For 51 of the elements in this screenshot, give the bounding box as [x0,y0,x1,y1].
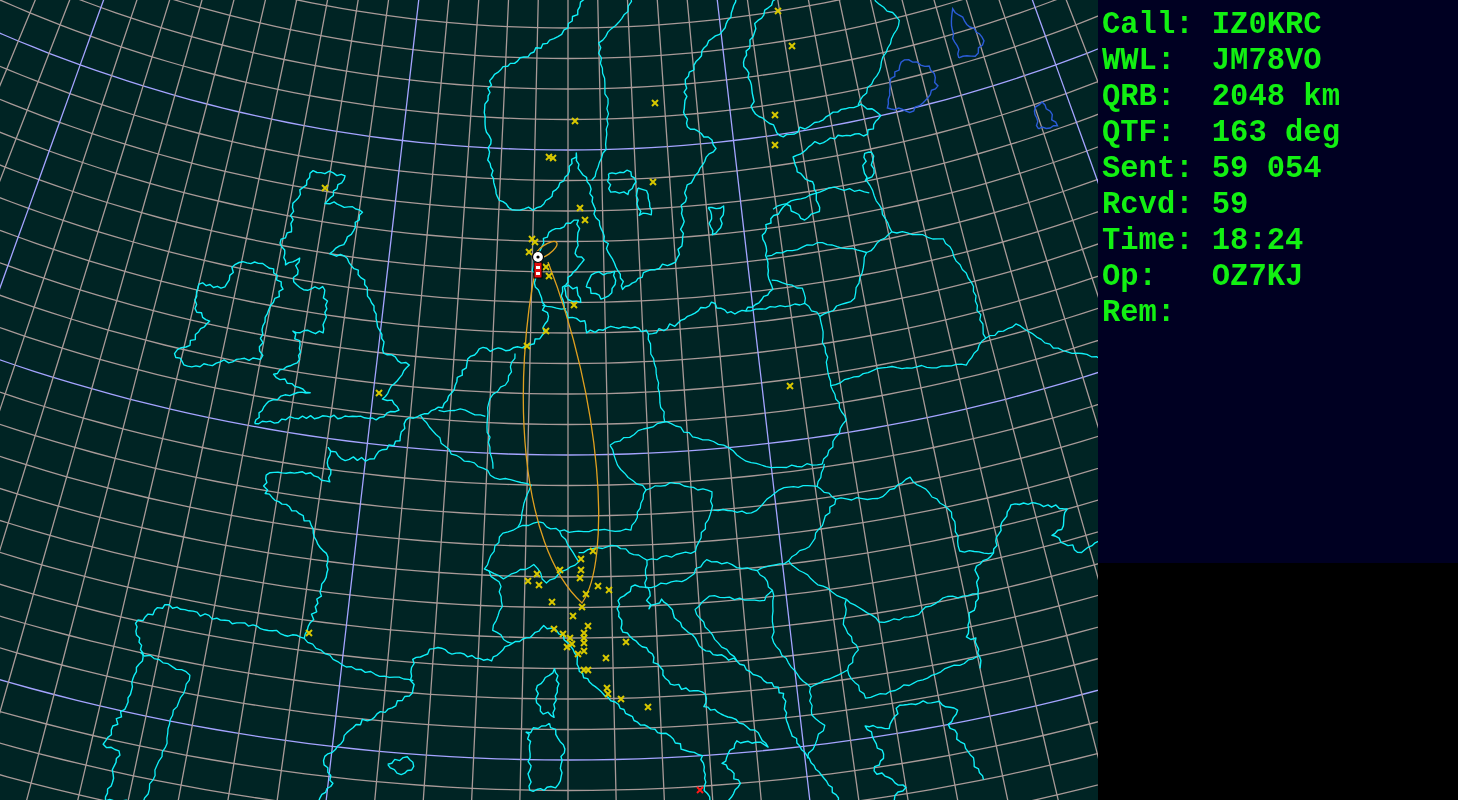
cross-marker-icon [542,327,550,335]
field-value: 2048 km [1211,79,1340,115]
cross-marker-icon [305,629,313,637]
cross-marker-icon [571,117,579,125]
field-label: Rcvd: [1102,187,1194,223]
cross-marker-icon [602,654,610,662]
field-label: QRB: [1102,79,1176,115]
cross-marker-icon [525,248,533,256]
cross-marker-icon [523,342,531,350]
cross-marker-icon [649,178,657,186]
cross-marker-icon [786,382,794,390]
cross-marker-icon [788,42,796,50]
cross-marker-icon [577,555,585,563]
cross-marker-icon [617,695,625,703]
cross-marker-icon [570,301,578,309]
lake-outline [886,59,939,114]
cross-marker-icon [771,141,779,149]
field-value: IZ0KRC [1211,7,1322,43]
field-label: Time: [1102,223,1194,259]
cross-marker-icon [581,216,589,224]
field-value: 59 [1211,187,1249,223]
cross-marker-icon [375,389,383,397]
cross-marker-icon [548,598,556,606]
field-value: 59 054 [1211,151,1322,187]
cross-marker-icon [771,111,779,119]
field-label: Sent: [1102,151,1194,187]
cross-marker-icon [644,703,652,711]
cross-marker-icon [556,566,564,574]
cross-marker-icon [535,581,543,589]
field-label: QTF: [1102,115,1176,151]
field-label: Op: [1102,259,1157,295]
cross-marker-icon [696,786,704,794]
lake-outline [950,6,985,59]
cross-marker-icon [576,204,584,212]
field-value: JM78VO [1211,43,1322,79]
field-value: 18:24 [1211,223,1304,259]
field-value: OZ7KJ [1211,259,1304,295]
cross-marker-icon [582,590,590,598]
field-label: Call: [1102,7,1194,43]
cross-marker-icon [774,7,782,15]
field-label: Rem: [1102,295,1176,331]
cross-marker-icon [605,586,613,594]
station-pin-icon [531,250,545,279]
cross-marker-icon [594,582,602,590]
cross-marker-icon [589,547,597,555]
cross-marker-icon [321,184,329,192]
lake-outline [1033,101,1059,130]
cross-marker-icon [651,99,659,107]
field-label: WWL: [1102,43,1176,79]
cross-marker-icon [622,638,630,646]
field-value: 163 deg [1211,115,1340,151]
